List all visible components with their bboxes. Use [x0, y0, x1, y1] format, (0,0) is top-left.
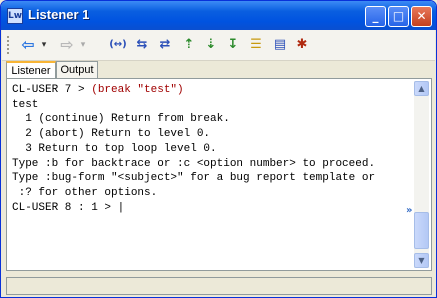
prompt-text: CL-USER 7 >	[12, 84, 92, 96]
entered-form: (break "test")	[91, 84, 184, 96]
swap-right-icon[interactable]: ⇆	[133, 36, 151, 54]
back-dropdown-icon[interactable]: ▾	[39, 36, 49, 54]
bug-icon[interactable]: ✱	[294, 36, 310, 54]
current-prompt[interactable]: CL-USER 8 : 1 > |	[12, 201, 407, 216]
inspect-icon[interactable]: ▤	[272, 36, 288, 54]
title-bar[interactable]: Lw Listener 1 _ □ ✕	[1, 1, 436, 30]
listener-line: :? for other options.	[12, 186, 158, 199]
tab-listener[interactable]: Listener	[6, 61, 56, 79]
vertical-scrollbar[interactable]: ▲ ▼	[414, 81, 429, 268]
scroll-thumb[interactable]	[414, 212, 429, 249]
listener-panel: CL-USER 7 > (break "test") test 1 (contin…	[6, 78, 432, 271]
listener-line: 1 (continue) Return from break.	[12, 113, 230, 126]
listener-text-area[interactable]: CL-USER 7 > (break "test") test 1 (contin…	[12, 83, 407, 267]
line-continues-icon: »	[406, 205, 413, 216]
close-button[interactable]: ✕	[411, 6, 432, 27]
listener-line: 3 Return to top loop level 0.	[12, 142, 217, 155]
evaluate-form-icon[interactable]: (↔)	[106, 36, 130, 54]
app-icon[interactable]: Lw	[7, 8, 23, 24]
forward-dropdown-icon[interactable]: ▾	[78, 36, 88, 54]
listener-line: CL-USER 7 > (break "test")	[12, 83, 407, 98]
list-icon[interactable]: ☰	[248, 36, 264, 54]
swap-left-icon[interactable]: ⇄	[156, 36, 174, 54]
window-title: Listener 1	[28, 7, 90, 22]
status-bar	[6, 277, 432, 295]
toolbar: ⇦ ▾ ⇨ ▾ (↔) ⇆ ⇄ ⇡ ⇣ ↧ ☰ ▤ ✱	[2, 30, 435, 61]
listener-line: Type :bug-form "<subject>" for a bug rep…	[12, 172, 376, 185]
tab-output[interactable]: Output	[56, 61, 98, 78]
scroll-up-button[interactable]: ▲	[414, 81, 429, 96]
scroll-down-button[interactable]: ▼	[414, 253, 429, 268]
forward-arrow-icon[interactable]: ⇨	[56, 36, 78, 54]
up-frame-icon[interactable]: ⇡	[182, 36, 196, 54]
toolbar-grip[interactable]	[7, 36, 12, 54]
listener-line: test	[12, 98, 39, 111]
minimize-button[interactable]: _	[365, 6, 386, 27]
down-frame-icon[interactable]: ⇣	[204, 36, 218, 54]
back-arrow-icon[interactable]: ⇦	[17, 36, 39, 54]
listener-line: 2 (abort) Return to level 0.	[12, 128, 211, 141]
bottom-frame-icon[interactable]: ↧	[226, 36, 240, 54]
listener-line: Type :b for backtrace or :c <option numb…	[12, 157, 376, 170]
listener-window: Lw Listener 1 _ □ ✕ ⇦ ▾ ⇨ ▾ (↔) ⇆ ⇄ ⇡ ⇣ …	[0, 0, 437, 298]
maximize-button[interactable]: □	[388, 6, 409, 27]
